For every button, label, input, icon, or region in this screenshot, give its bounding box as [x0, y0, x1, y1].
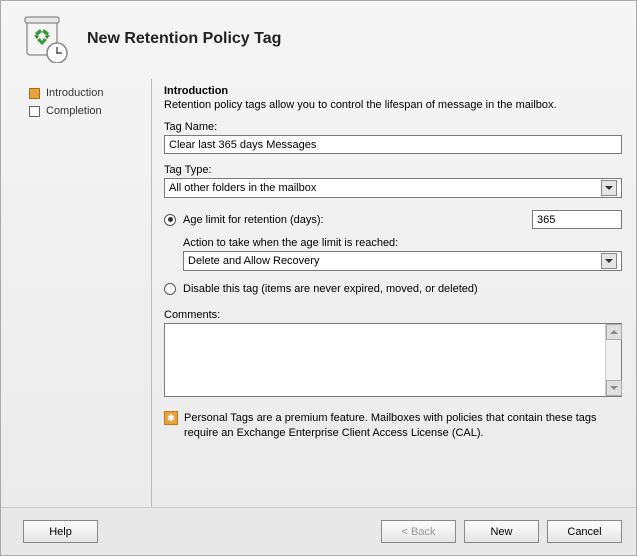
action-value: Delete and Allow Recovery: [188, 255, 319, 267]
help-button[interactable]: Help: [23, 520, 98, 543]
step-label: Introduction: [46, 87, 103, 99]
age-limit-radio[interactable]: [164, 214, 176, 226]
age-limit-label: Age limit for retention (days):: [183, 214, 324, 226]
warning-icon: ✱: [164, 411, 178, 425]
tag-name-label: Tag Name:: [164, 121, 622, 133]
scroll-up-button[interactable]: [606, 324, 622, 340]
comments-textarea[interactable]: [164, 323, 622, 397]
chevron-up-icon: [610, 330, 618, 334]
comments-label: Comments:: [164, 309, 622, 321]
dropdown-button[interactable]: [601, 253, 617, 269]
chevron-down-icon: [605, 186, 613, 190]
back-button: < Back: [381, 520, 456, 543]
disable-tag-label: Disable this tag (items are never expire…: [183, 283, 622, 295]
dialog-footer: Help < Back New Cancel: [1, 507, 636, 555]
dropdown-button[interactable]: [601, 180, 617, 196]
vertical-divider: [151, 79, 152, 507]
new-button[interactable]: New: [464, 520, 539, 543]
step-marker-icon: [29, 106, 40, 117]
step-label: Completion: [46, 105, 102, 117]
dialog-header: New Retention Policy Tag: [1, 1, 636, 79]
premium-notice: ✱ Personal Tags are a premium feature. M…: [164, 411, 622, 441]
tag-type-value: All other folders in the mailbox: [169, 182, 316, 194]
wizard-dialog: New Retention Policy Tag Introduction Co…: [0, 0, 637, 556]
tag-type-select[interactable]: All other folders in the mailbox: [164, 178, 622, 198]
action-label: Action to take when the age limit is rea…: [183, 237, 622, 249]
chevron-down-icon: [605, 259, 613, 263]
action-select[interactable]: Delete and Allow Recovery: [183, 251, 622, 271]
scroll-down-button[interactable]: [606, 380, 622, 396]
section-description: Retention policy tags allow you to contr…: [164, 99, 622, 111]
dialog-title: New Retention Policy Tag: [87, 30, 281, 48]
scrollbar[interactable]: [605, 324, 621, 396]
step-introduction[interactable]: Introduction: [29, 87, 151, 99]
dialog-body: Introduction Completion Introduction Ret…: [1, 79, 636, 507]
step-completion[interactable]: Completion: [29, 105, 151, 117]
recycle-bin-icon: [21, 15, 69, 63]
disable-tag-radio[interactable]: [164, 283, 176, 295]
tag-type-label: Tag Type:: [164, 164, 622, 176]
chevron-down-icon: [610, 386, 618, 390]
tag-name-input[interactable]: [164, 135, 622, 154]
section-title: Introduction: [164, 85, 622, 97]
content-pane: Introduction Retention policy tags allow…: [158, 79, 636, 507]
cancel-button[interactable]: Cancel: [547, 520, 622, 543]
wizard-steps: Introduction Completion: [1, 79, 151, 507]
step-marker-icon: [29, 88, 40, 99]
age-limit-input[interactable]: [532, 210, 622, 229]
notice-text: Personal Tags are a premium feature. Mai…: [184, 411, 622, 441]
